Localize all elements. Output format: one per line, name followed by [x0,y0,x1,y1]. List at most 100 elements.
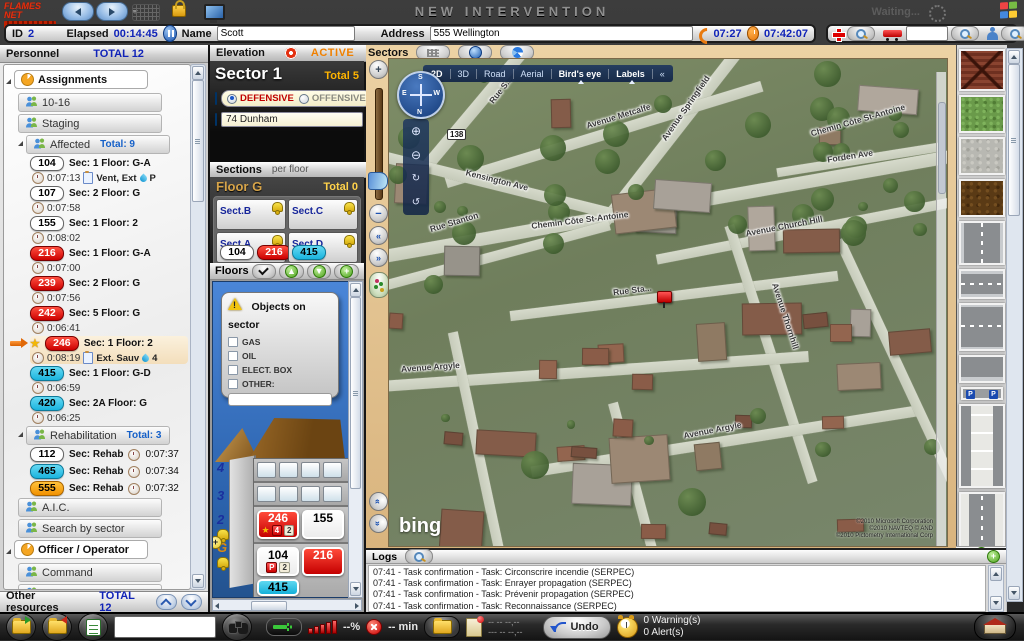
unit-row-216[interactable]: 216Sec: 1 Floor: G-A0:07:00 [30,246,188,274]
logs-scrollbar[interactable] [988,565,1004,612]
parking-strip-tile[interactable]: PP [961,387,1003,400]
unit-badge[interactable]: 216 [257,245,291,260]
personnel-scrollbar[interactable] [190,64,206,590]
document-alert-icon[interactable] [466,618,482,637]
scroll-down-button[interactable] [1008,586,1020,600]
unit-badge[interactable]: 415 [292,245,326,260]
floor-number-4[interactable]: 4 [217,460,224,475]
unit-badge[interactable]: 104 [220,245,254,260]
scroll-thumb[interactable] [350,297,361,489]
unit-badge[interactable]: 246 [45,336,79,351]
map-nav-bird-s-eye[interactable]: Bird's eye [559,69,602,79]
tree-item-command[interactable]: Command [18,563,188,582]
person-search-button[interactable] [1001,26,1024,41]
elevation-scrollbar[interactable] [348,281,363,598]
floor-up-button[interactable]: ▲ [279,264,304,279]
building-elevation-view[interactable]: Objects on sector GASOILELECT. BOXOTHER:… [212,281,352,598]
unit-row-112[interactable]: 112Sec: Rehab0:07:37 [30,447,188,462]
zoom-slider-handle[interactable] [368,172,388,190]
name-input[interactable] [217,26,355,41]
defensive-radio[interactable] [227,94,237,104]
sector-address-input[interactable] [221,112,363,127]
rotate-ccw-icon[interactable]: ↺ [412,197,420,209]
scroll-down-button[interactable] [192,574,204,588]
incident-pin-icon[interactable] [657,291,672,303]
alarm-clock-icon[interactable] [617,617,638,638]
unit-row-415[interactable]: 415Sec: 1 Floor: G-D0:06:59 [30,366,188,394]
unit-badge[interactable]: 107 [30,186,64,201]
undo-button[interactable]: Undo [543,616,611,639]
find-button[interactable] [222,613,252,641]
tree-item-staging[interactable]: Staging [18,114,188,133]
object-option-oil[interactable]: OIL [228,351,332,361]
section-cell-sect-d[interactable]: Sect.D415 [288,232,358,263]
target-icon[interactable] [285,47,297,59]
taskbar-search-input[interactable] [114,616,216,638]
tree-section-assignments[interactable]: Assignments [6,70,188,91]
tree-item-10-16[interactable]: 10-16 [18,93,188,112]
unit-badge[interactable]: 420 [30,396,64,411]
object-option-gas[interactable]: GAS [228,337,332,347]
other-resources-bar[interactable]: Other resources TOTAL 12 [0,591,208,612]
folder-button[interactable] [424,616,460,638]
street-grid-tile[interactable] [959,404,1005,488]
map-nav-aerial[interactable]: Aerial [521,69,544,79]
scroll-thumb[interactable] [1008,64,1020,216]
vehicle-search-button[interactable] [951,26,979,41]
unit-badge[interactable]: 239 [30,276,64,291]
scroll-down-button[interactable] [990,596,1002,610]
object-option-other[interactable]: OTHER: [228,379,332,389]
birds-eye-map[interactable]: Rue S...Avenue SpringfieldAvenue Metcalf… [388,58,948,547]
magnify-in-icon[interactable]: ⊕ [411,125,421,137]
unit-row-246[interactable]: ★246Sec: 1 Floor: 20:08:19Ext. Sauv4 [30,336,188,364]
offensive-radio[interactable] [299,94,309,104]
map-nav-road[interactable]: Road [484,69,506,79]
map-nav-3d[interactable]: 3D [458,69,470,79]
bell-icon[interactable] [215,556,230,571]
expand-right-button[interactable]: » [369,248,388,267]
unit-row-420[interactable]: 420Sec: 2A Floor: G0:06:25 [30,396,188,424]
unit-badge[interactable]: 104 [30,156,64,171]
building-unit-246[interactable]: 246★42 [257,510,299,539]
roof-tile[interactable] [959,49,1005,91]
section-cell-sect-b[interactable]: Sect.B [216,199,286,230]
unit-row-104[interactable]: 104Sec: 1 Floor: G-A0:07:13Vent, ExtP [30,156,188,184]
building-unit-155[interactable]: 155 [302,510,344,539]
unit-badge[interactable]: 415 [30,366,64,381]
home-button[interactable] [974,614,1016,640]
unit-row-465[interactable]: 465Sec: Rehab0:07:34 [30,464,188,479]
scroll-up-button[interactable] [192,66,204,80]
road-vertical-tile[interactable] [959,221,1005,265]
tree-section-officer-operator[interactable]: Officer / Operator [6,540,188,561]
rotate-cw-icon[interactable]: ↻ [412,173,420,185]
unit-badge[interactable]: 216 [30,246,64,261]
collapse-left-button[interactable]: « [369,226,388,245]
grass-tile[interactable] [959,95,1005,133]
unit-row-107[interactable]: 107Sec: 2 Floor: G0:07:58 [30,186,188,214]
dirt-tile[interactable] [959,179,1005,217]
pause-timer-button[interactable] [163,25,177,42]
intersection-tile[interactable] [959,303,1005,351]
zoom-in-button[interactable]: + [369,60,388,79]
confirm-floor-button[interactable] [252,264,277,279]
scroll-up-button[interactable] [1008,50,1020,64]
concrete-tile[interactable] [959,137,1005,175]
tile-palette-scrollbar[interactable] [1006,48,1023,602]
add-floor-button[interactable]: + [334,264,359,279]
pan-down-button[interactable]: » [369,514,388,533]
tree-item-rehabilitation[interactable]: RehabilitationTotal: 3 [18,426,188,445]
vegetation-tool-button[interactable] [369,272,389,298]
road-edge-tile[interactable] [959,355,1005,383]
unit-row-555[interactable]: 555Sec: Rehab0:07:32 [30,481,188,496]
unit-row-242[interactable]: 242Sec: 5 Floor: G0:06:41 [30,306,188,334]
tree-item-search-by-sector[interactable]: Search by sector [18,519,188,538]
checkbox[interactable] [228,365,238,375]
elevation-hscrollbar[interactable] [212,599,362,611]
unit-row-155[interactable]: 155Sec: 1 Floor: 20:08:02 [30,216,188,244]
checkbox[interactable] [228,379,238,389]
pan-up-button[interactable]: « [369,492,388,511]
section-cell-sect-a[interactable]: Sect.A104216 [216,232,286,263]
building-unit-415[interactable]: 415 [257,579,299,596]
scroll-up-button[interactable] [990,567,1002,581]
scroll-thumb[interactable] [192,80,204,202]
